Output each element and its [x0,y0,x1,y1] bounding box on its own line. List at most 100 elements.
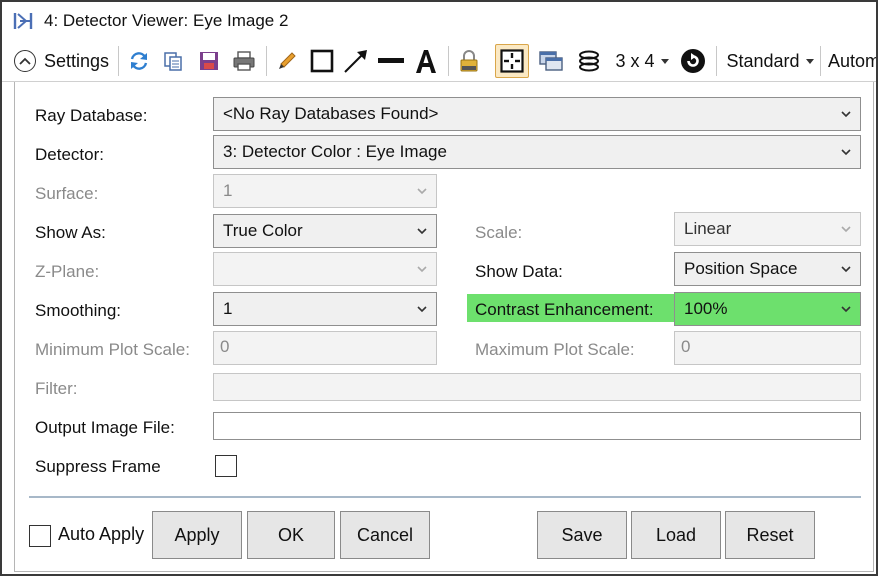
contrast-enhancement-label: Contrast Enhancement: [475,300,654,319]
suppress-frame-label: Suppress Frame [35,457,161,476]
line-icon [378,57,404,65]
chevron-down-icon [417,188,427,195]
filter-label: Filter: [35,379,78,398]
window-title: 4: Detector Viewer: Eye Image 2 [44,11,289,30]
scale-select[interactable]: Linear [674,212,861,246]
toolbar-divider [716,46,717,76]
minimum-plot-scale-label: Minimum Plot Scale: [35,340,190,359]
layers-button[interactable] [574,40,604,82]
lock-button[interactable] [456,40,482,82]
auto-button[interactable]: Autom [828,40,876,82]
title-bar: 4: Detector Viewer: Eye Image 2 [2,2,876,40]
toolbar: Settings 3 x 4 Standard Autom [2,40,876,82]
auto-label: Autom [828,50,876,71]
output-image-file-label: Output Image File: [35,418,175,437]
ray-database-value: <No Ray Databases Found> [223,104,439,123]
scale-value: Linear [684,219,732,238]
contrast-enhancement-value: 100% [684,299,728,318]
rectangle-icon [310,49,334,73]
copy-icon [162,50,184,72]
line-tool-button[interactable] [376,40,406,82]
surface-value: 1 [223,181,233,200]
copy-button[interactable] [160,40,186,82]
refresh-icon [128,50,150,72]
chevron-down-icon [841,149,851,156]
smoothing-value: 1 [223,299,233,318]
print-icon [232,50,256,72]
minimum-plot-scale-input[interactable]: 0 [213,331,437,365]
chevron-down-icon [841,111,851,118]
print-button[interactable] [230,40,258,82]
apply-button[interactable]: Apply [152,511,242,559]
divider [29,496,861,498]
toolbar-divider [820,46,821,76]
load-button[interactable]: Load [631,511,721,559]
layers-icon [577,50,601,72]
suppress-frame-checkbox[interactable] [215,455,237,477]
grid-icon [495,44,529,78]
contrast-enhancement-select[interactable]: 100% [674,292,861,326]
text-tool-button[interactable] [412,40,440,82]
settings-button[interactable]: Settings [14,40,114,82]
show-as-value: True Color [223,221,303,240]
chevron-down-icon [417,306,427,313]
standard-dropdown[interactable]: Standard [724,40,816,82]
arrow-icon [343,48,369,74]
chevron-down-icon [841,266,851,273]
reset-button[interactable]: Reset [725,511,815,559]
toolbar-divider [448,46,449,76]
dropdown-arrow-icon [660,58,669,64]
cancel-button[interactable]: Cancel [340,511,430,559]
auto-apply-label: Auto Apply [58,524,145,544]
settings-chevron-icon [14,50,36,72]
minimum-plot-scale-value: 0 [220,337,230,356]
chevron-down-icon [417,228,427,235]
toolbar-divider [118,46,119,76]
arrow-tool-button[interactable] [342,40,370,82]
toolbar-divider [266,46,267,76]
smoothing-label: Smoothing: [35,301,121,320]
layout-dropdown[interactable]: 3 x 4 [612,40,672,82]
detector-label: Detector: [35,145,104,164]
text-icon [414,48,438,74]
ray-database-select[interactable]: <No Ray Databases Found> [213,97,861,131]
smoothing-select[interactable]: 1 [213,292,437,326]
rectangle-tool-button[interactable] [308,40,336,82]
detector-value: 3: Detector Color : Eye Image [223,142,447,161]
grid-tool-button[interactable] [494,40,530,82]
surface-select[interactable]: 1 [213,174,437,208]
ok-button[interactable]: OK [247,511,335,559]
rotate-button[interactable] [678,40,708,82]
save-icon [198,50,220,72]
output-image-file-input[interactable] [213,412,861,440]
filter-input[interactable] [213,373,861,401]
settings-panel: Ray Database: <No Ray Databases Found> D… [14,82,874,572]
lock-icon [459,49,479,73]
show-data-value: Position Space [684,259,798,278]
show-data-select[interactable]: Position Space [674,252,861,286]
window-view-button[interactable] [536,40,566,82]
z-plane-label: Z-Plane: [35,262,100,281]
chevron-down-icon [841,226,851,233]
show-data-label: Show Data: [475,262,563,281]
maximum-plot-scale-input[interactable]: 0 [674,331,861,365]
save-image-button[interactable] [196,40,222,82]
auto-apply-checkbox[interactable] [29,525,51,547]
show-as-select[interactable]: True Color [213,214,437,248]
rotate-icon [680,48,706,74]
chevron-down-icon [841,306,851,313]
chevron-down-icon [417,266,427,273]
detector-viewer-window: 4: Detector Viewer: Eye Image 2 Settings [0,0,878,576]
surface-label: Surface: [35,184,99,203]
save-button[interactable]: Save [537,511,627,559]
standard-label: Standard [726,50,800,71]
scale-label: Scale: [475,223,523,242]
refresh-button[interactable] [126,40,152,82]
detector-select[interactable]: 3: Detector Color : Eye Image [213,135,861,169]
detector-viewer-icon [12,10,34,32]
layout-label: 3 x 4 [615,50,655,71]
pencil-tool-button[interactable] [274,40,300,82]
pencil-icon [276,50,298,72]
z-plane-select[interactable] [213,252,437,286]
show-as-label: Show As: [35,223,106,242]
